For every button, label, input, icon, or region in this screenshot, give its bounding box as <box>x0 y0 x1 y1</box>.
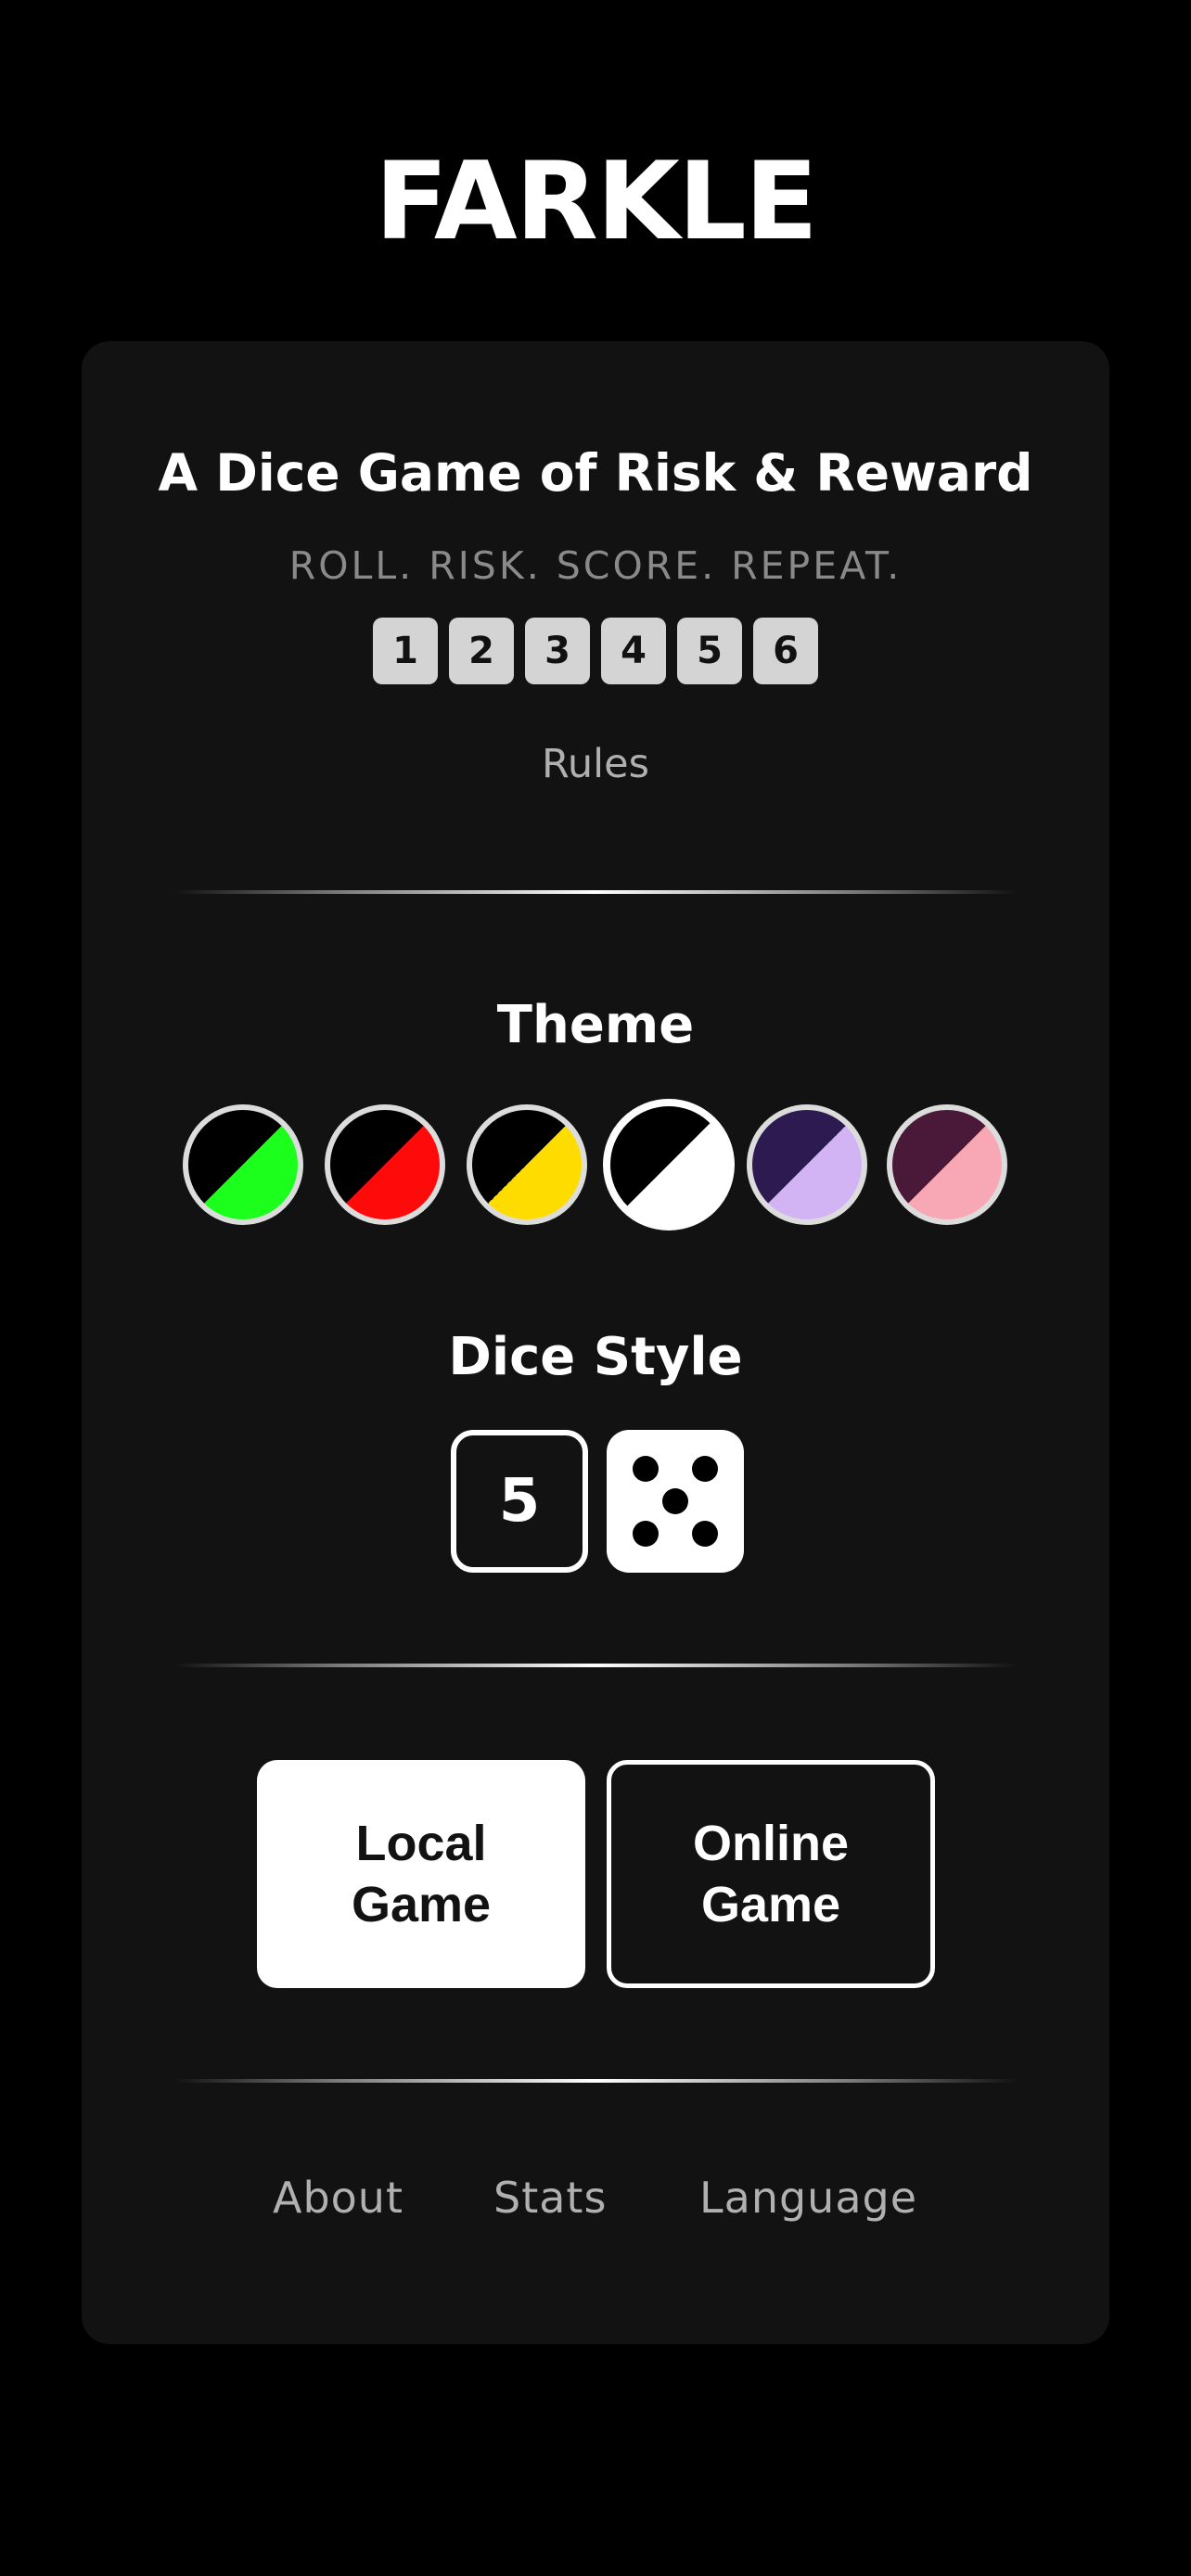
subtitle: ROLL. RISK. SCORE. REPEAT. <box>288 543 903 588</box>
stats-link[interactable]: Stats <box>493 2170 607 2225</box>
dice-number-row: 1 2 3 4 5 6 <box>82 618 1109 684</box>
rules-link[interactable]: Rules <box>503 736 688 792</box>
divider <box>174 890 1017 894</box>
dice-style-title: Dice Style <box>448 1327 743 1387</box>
theme-swatch-plum-pink[interactable] <box>887 1104 1007 1225</box>
language-link[interactable]: Language <box>699 2170 917 2225</box>
pip-icon <box>662 1488 688 1514</box>
pip-icon <box>692 1456 718 1482</box>
pip-icon <box>633 1521 659 1547</box>
divider <box>174 1664 1017 1667</box>
online-game-button[interactable]: Online Game <box>607 1760 935 1988</box>
die-face-1: 1 <box>373 618 438 684</box>
dice-style-numeric-button[interactable]: 5 <box>451 1430 588 1573</box>
die-face-3: 3 <box>525 618 590 684</box>
divider <box>174 2079 1017 2083</box>
theme-swatch-purple-lavender[interactable] <box>747 1104 867 1225</box>
die-face-4: 4 <box>601 618 666 684</box>
theme-swatch-black-yellow[interactable] <box>467 1104 587 1225</box>
local-game-button[interactable]: Local Game <box>257 1760 585 1988</box>
pip-icon <box>633 1456 659 1482</box>
about-link[interactable]: About <box>273 2170 403 2225</box>
dice-style-picker: 5 <box>82 1430 1109 1578</box>
app-title: FARKLE <box>374 139 818 264</box>
die-face-6: 6 <box>753 618 818 684</box>
theme-swatch-black-white[interactable] <box>603 1099 735 1231</box>
online-game-label: Online Game <box>692 1816 849 1932</box>
theme-title: Theme <box>496 995 695 1055</box>
local-game-label: Local Game <box>351 1816 492 1932</box>
theme-swatch-black-red[interactable] <box>325 1104 445 1225</box>
pip-icon <box>692 1521 718 1547</box>
dice-style-pips-button[interactable] <box>607 1430 744 1573</box>
theme-picker <box>82 1098 1109 1237</box>
die-face-5: 5 <box>677 618 742 684</box>
main-card: A Dice Game of Risk & Reward ROLL. RISK.… <box>82 341 1109 2344</box>
die-face-2: 2 <box>449 618 514 684</box>
tagline: A Dice Game of Risk & Reward <box>158 443 1033 503</box>
theme-swatch-black-green[interactable] <box>183 1104 303 1225</box>
